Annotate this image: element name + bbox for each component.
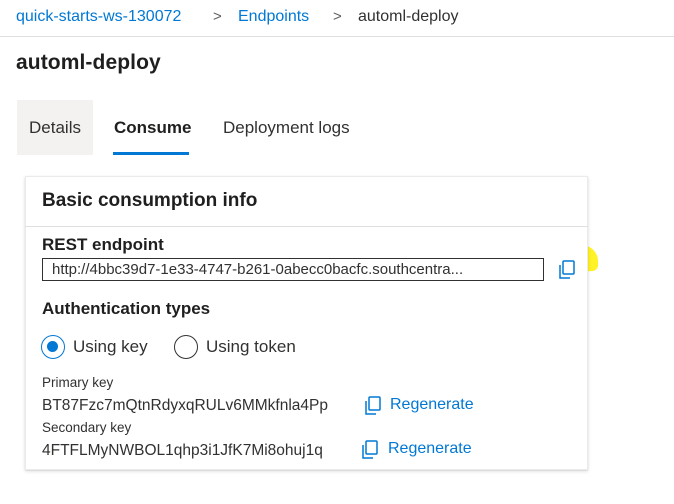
regenerate-secondary-key-button[interactable]: Regenerate <box>388 440 472 458</box>
radio-selected-icon <box>41 335 65 359</box>
copy-icon[interactable] <box>361 440 379 460</box>
radio-using-key[interactable]: Using key <box>41 334 148 360</box>
breadcrumb-current: automl-deploy <box>358 8 459 25</box>
page-title: automl-deploy <box>16 51 161 74</box>
rest-endpoint-label: REST endpoint <box>42 235 164 254</box>
secondary-key-label: Secondary key <box>42 420 132 435</box>
breadcrumb-endpoints-wrap: Endpoints <box>238 6 309 28</box>
tab-details[interactable]: Details <box>17 100 93 155</box>
tab-deployment-logs[interactable]: Deployment logs <box>223 100 350 155</box>
breadcrumb-separator-icon: > <box>213 8 222 25</box>
breadcrumb: quick-starts-ws-130072 <box>16 6 181 28</box>
radio-using-token-label: Using token <box>206 337 296 356</box>
card-divider <box>25 226 588 227</box>
radio-using-key-label: Using key <box>73 337 148 356</box>
radio-unselected-icon <box>174 335 198 359</box>
regenerate-primary-key-button[interactable]: Regenerate <box>390 396 474 414</box>
breadcrumb-separator-icon: > <box>333 8 342 25</box>
rest-endpoint-field[interactable]: http://4bbc39d7-1e33-4747-b261-0abecc0ba… <box>42 258 544 281</box>
breadcrumb-endpoints-link[interactable]: Endpoints <box>238 8 309 25</box>
tab-selected-indicator <box>113 152 189 155</box>
copy-icon[interactable] <box>558 260 576 280</box>
authentication-types-label: Authentication types <box>42 299 211 318</box>
primary-key-value: BT87Fzc7mQtnRdyxqRULv6MMkfnla4Pp <box>42 397 328 414</box>
header-divider <box>0 36 674 37</box>
secondary-key-value: 4FTFLMyNWBOL1qhp3i1JfK7Mi8ohuj1q <box>42 442 323 459</box>
primary-key-label: Primary key <box>42 375 114 390</box>
radio-using-token[interactable]: Using token <box>174 334 296 360</box>
copy-icon[interactable] <box>364 396 382 416</box>
breadcrumb-workspace-link[interactable]: quick-starts-ws-130072 <box>16 8 181 25</box>
card-title: Basic consumption info <box>42 190 258 211</box>
tab-consume[interactable]: Consume <box>114 100 191 155</box>
